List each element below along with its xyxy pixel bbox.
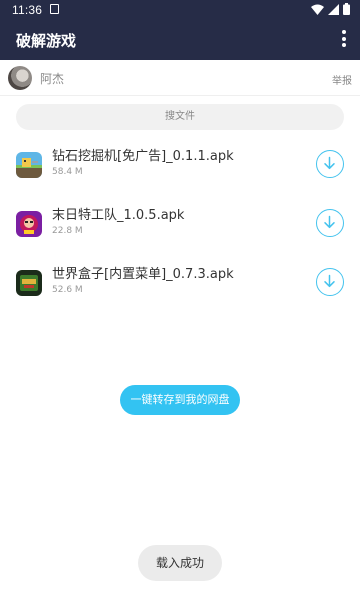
download-icon[interactable] [316, 150, 344, 178]
notification-icon [50, 4, 59, 14]
app-bar: 破解游戏 [0, 20, 360, 60]
search-placeholder: 搜文件 [165, 111, 195, 122]
page-title: 破解游戏 [16, 32, 77, 50]
status-time: 11:36 [12, 3, 43, 17]
list-item[interactable]: 末日特工队_1.0.5.apk 22.8 M [0, 195, 360, 253]
more-vert-icon[interactable] [340, 30, 348, 50]
worldbox-game-icon [16, 270, 42, 296]
file-name: 末日特工队_1.0.5.apk [52, 208, 185, 223]
save-to-drive-button[interactable]: 一键转存到我的网盘 [120, 385, 240, 415]
pixel-miner-game-icon [16, 152, 42, 178]
wifi-icon [311, 4, 324, 15]
toast-message: 载入成功 [138, 545, 222, 581]
file-size: 58.4 M [52, 167, 83, 177]
user-row: 阿杰 举报 [0, 60, 360, 96]
download-icon[interactable] [316, 209, 344, 237]
user-name[interactable]: 阿杰 [40, 70, 64, 87]
list-item[interactable]: 世界盒子[内置菜单]_0.7.3.apk 52.6 M [0, 254, 360, 312]
file-name: 世界盒子[内置菜单]_0.7.3.apk [52, 267, 234, 282]
status-icons [311, 3, 350, 15]
signal-icon [328, 3, 339, 15]
file-size: 22.8 M [52, 226, 83, 236]
file-name: 钻石挖掘机[免广告]_0.1.1.apk [52, 149, 234, 164]
report-link[interactable]: 举报 [332, 72, 352, 87]
battery-icon [343, 3, 350, 15]
list-item[interactable]: 钻石挖掘机[免广告]_0.1.1.apk 58.4 M [0, 136, 360, 194]
search-input[interactable]: 搜文件 [16, 104, 344, 130]
file-size: 52.6 M [52, 285, 83, 295]
download-icon[interactable] [316, 268, 344, 296]
status-bar: 11:36 [0, 0, 360, 20]
avatar[interactable] [8, 66, 32, 90]
doomsday-agent-game-icon [16, 211, 42, 237]
